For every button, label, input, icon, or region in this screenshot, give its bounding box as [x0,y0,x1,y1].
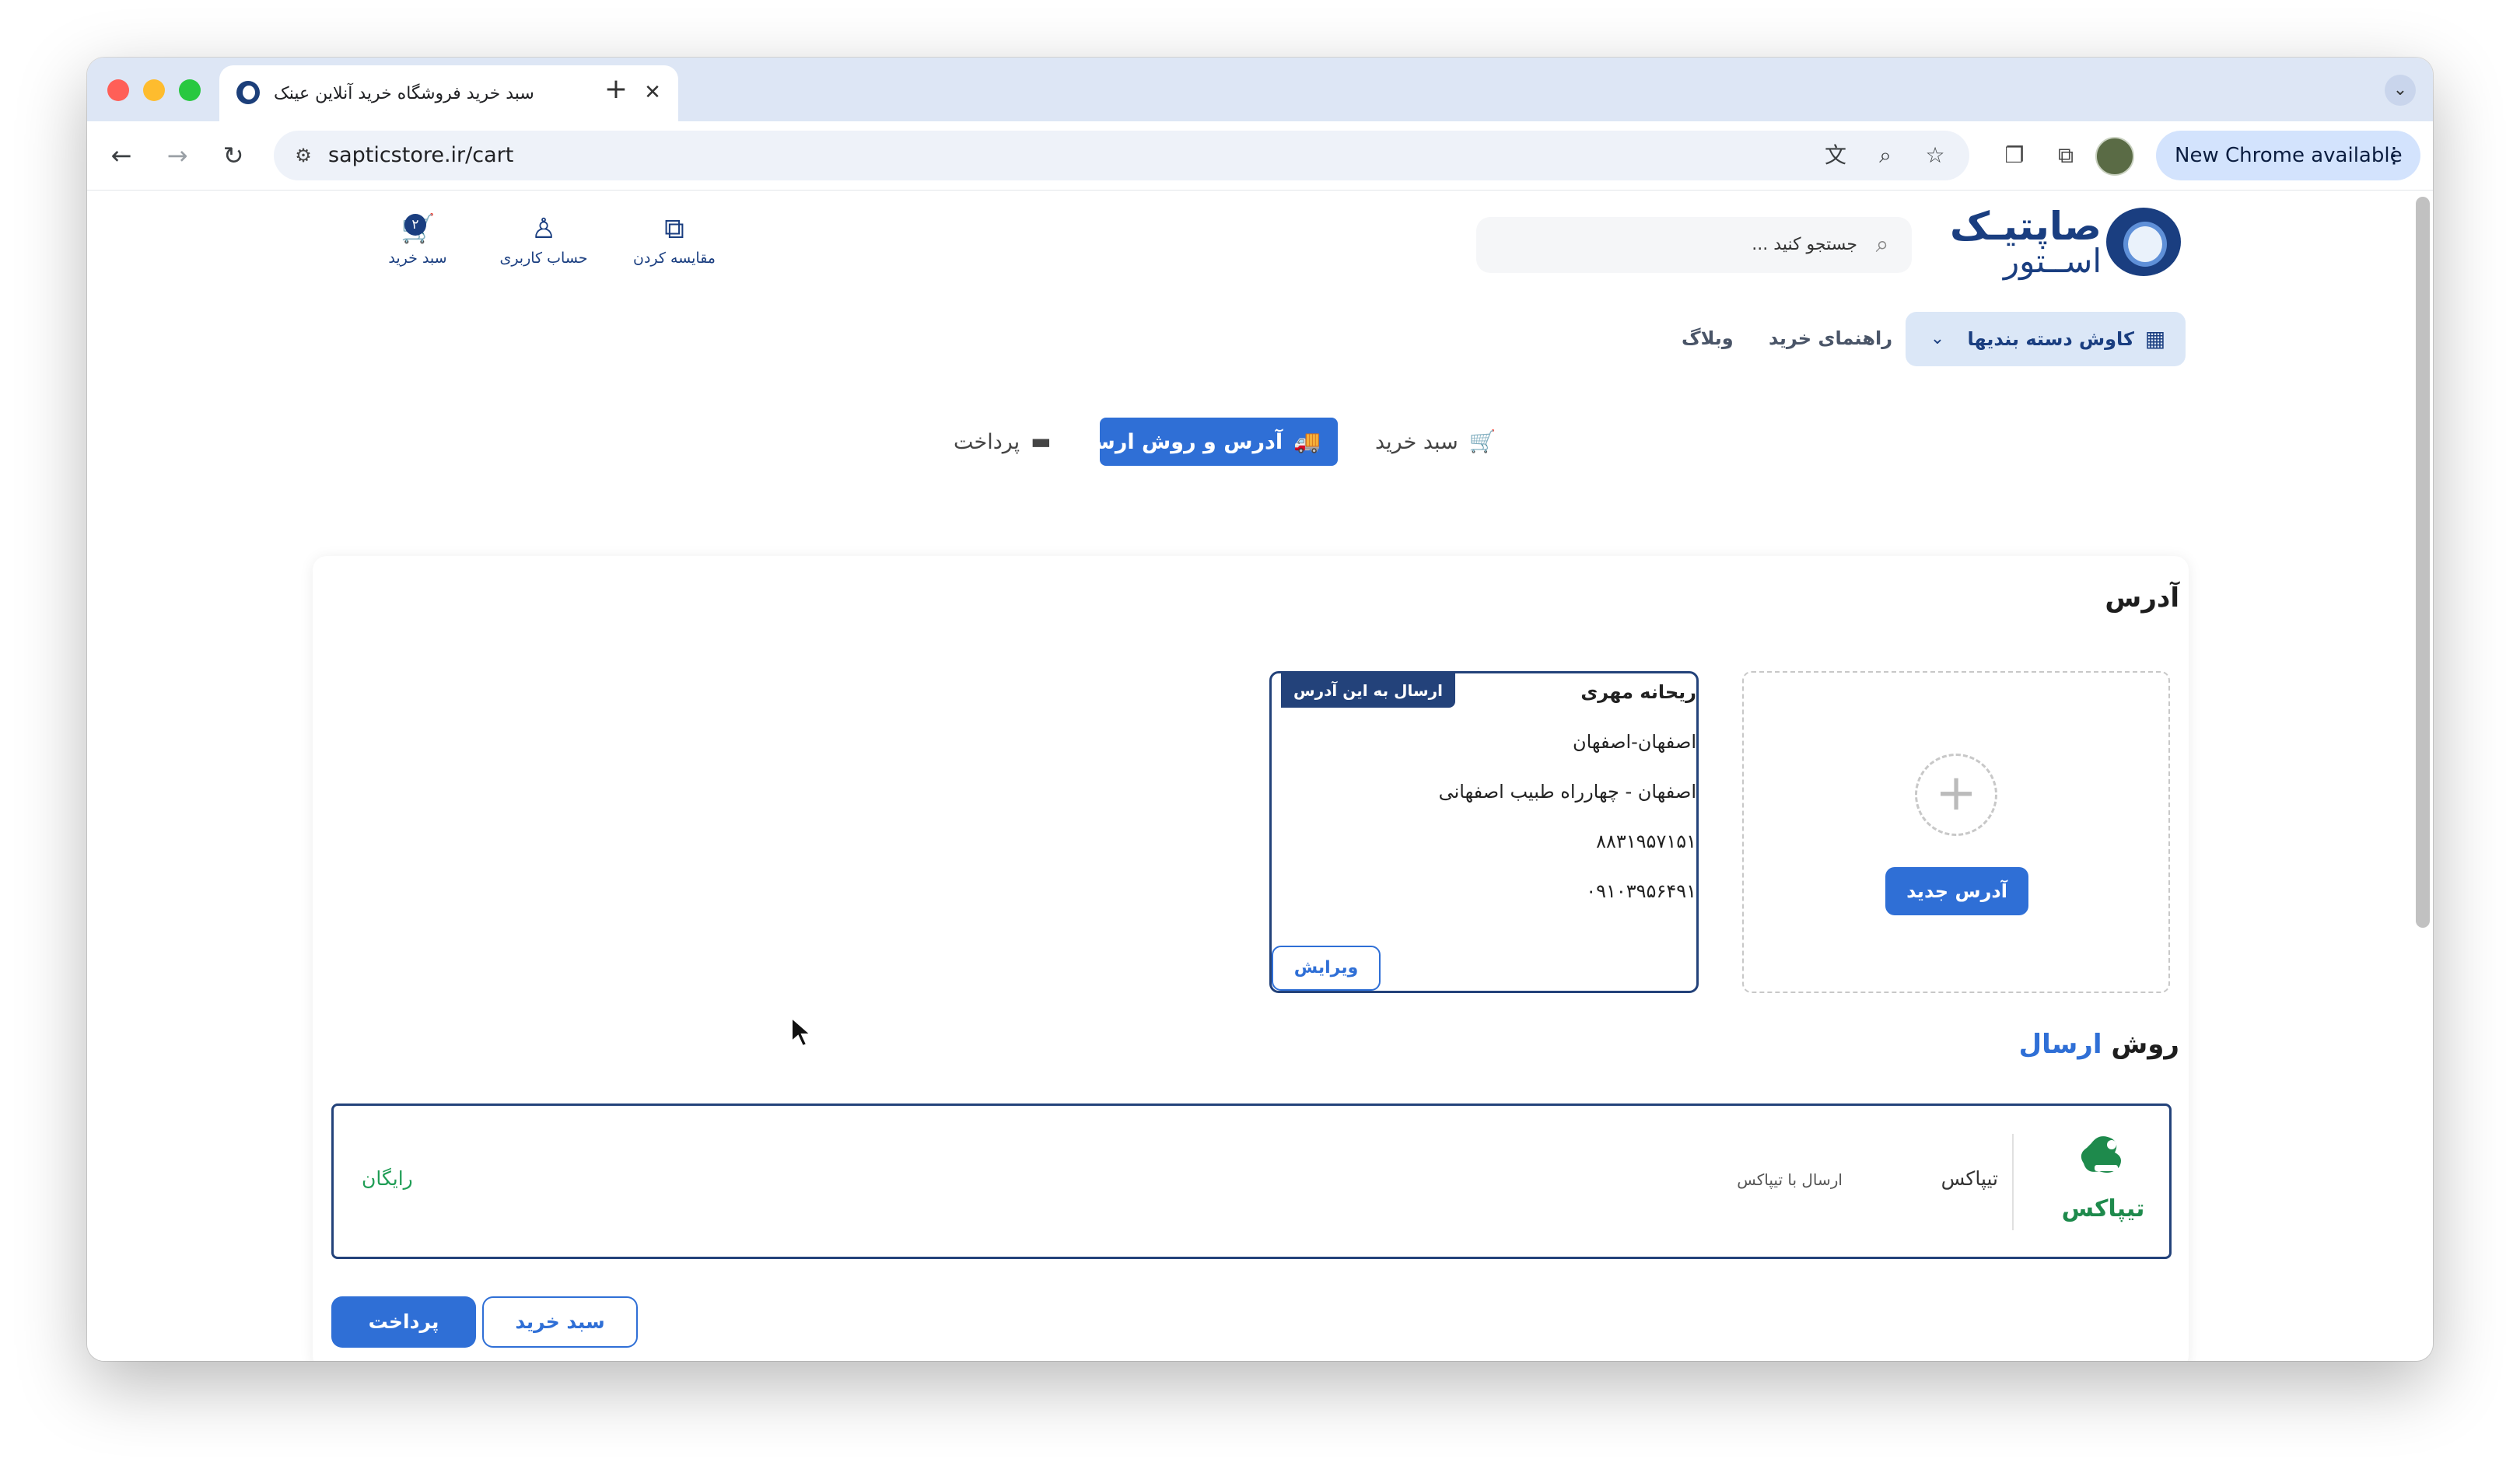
categories-button[interactable]: ▦ کاوش دسته بندیها ⌄ [1906,312,2186,366]
pay-button[interactable]: پرداخت [331,1296,476,1348]
shipping-title-part1: روش [2111,1029,2179,1060]
step-payment[interactable]: ▬ پرداخت [954,418,1052,466]
address-recipient-name: ریحانه مهری [1580,681,1696,703]
tab-title: سبد خرید فروشگاه خرید آنلاین عینک [274,84,534,103]
cart-count-badge: ۲ [404,214,426,236]
shipping-divider [2012,1134,2014,1230]
url-text[interactable]: sapticstore.ir/cart [328,142,513,170]
new-address-card[interactable]: + آدرس جدید [1742,671,2170,993]
credit-card-icon: ▬ [1031,428,1052,454]
search-placeholder: جستجو کنید ... [1752,235,1857,254]
kebab-menu-icon[interactable]: ⋮ [2383,131,2405,180]
address-card[interactable]: ارسال به این آدرس ریحانه مهری اصفهان-اصف… [1269,671,1699,993]
edit-address-button[interactable]: ویرایش [1272,946,1381,991]
shipping-method-option[interactable]: تیپاکس تیپاکس ارسال با تیپاکس رایگان [331,1104,2172,1259]
shipping-method-price: رایگان [362,1167,413,1190]
back-icon[interactable]: ← [103,137,140,174]
shipping-method-description: ارسال با تیپاکس [1737,1170,1843,1189]
nav-blog-link[interactable]: وبلاگ [1682,323,1734,354]
extensions-icon[interactable]: ⧉ [2049,138,2083,173]
browser-toolbar: ← → ↻ ⚙ sapticstore.ir/cart 文 ⌕ ☆ ❐ ⧉ Ne… [87,121,2433,191]
mouse-cursor-icon [791,1016,813,1048]
chevron-down-icon: ⌄ [1930,329,1945,348]
address-street: اصفهان - چهارراه طبیب اصفهانی [1438,781,1696,803]
page-scrollbar[interactable] [2416,197,2430,928]
reload-icon[interactable]: ↻ [215,137,252,174]
shipping-method-name: تیپاکس [1941,1167,1998,1190]
selected-address-badge: ارسال به این آدرس [1281,673,1456,708]
tab-strip: سبد خرید فروشگاه خرید آنلاین عینک ✕ + ⌄ [87,58,2433,121]
categories-label: کاوش دسته بندیها [1967,328,2134,350]
tipax-logo-icon: تیپاکس [2062,1136,2145,1222]
shipping-title-part2: ارسال [2018,1029,2102,1060]
forward-icon[interactable]: → [159,137,196,174]
new-address-button[interactable]: آدرس جدید [1885,867,2028,915]
step-address[interactable]: 🚚 آدرس و روش ارسال [1069,418,1338,466]
shipping-section-title: روش ارسال [1954,1026,2179,1063]
search-icon[interactable]: ⌕ [1868,231,1896,259]
truck-icon: 🚚 [1293,428,1321,454]
address-phone: ۰۹۱۰۳۹۵۶۴۹۱ [1586,880,1696,902]
chrome-update-label: New Chrome available [2175,144,2403,167]
bookmark-star-icon[interactable]: ☆ [1921,142,1949,170]
step-address-label: آدرس و روش ارسال [1068,430,1283,454]
zoom-icon[interactable]: ⌕ [1871,142,1899,170]
site-info-icon[interactable]: ⚙ [288,140,319,171]
translate-icon[interactable]: 文 [1822,142,1850,170]
profile-avatar[interactable] [2095,137,2134,176]
logo-line2[interactable]: اســتور [1954,242,2102,281]
site-favicon-icon [236,81,260,104]
back-to-cart-button[interactable]: سبد خرید [482,1296,638,1348]
grid-icon: ▦ [2144,326,2166,352]
tab-close-icon[interactable]: ✕ [639,79,666,106]
tab-search-icon[interactable]: ⌄ [2385,75,2416,106]
nav-guide-link[interactable]: راهنمای خرید [1769,323,1892,354]
address-bar[interactable]: ⚙ sapticstore.ir/cart 文 ⌕ ☆ [274,131,1969,180]
cart-icon: 🛒 [1468,428,1496,454]
page-viewport: صاپتیـک اســتور ⌕ جستجو کنید ... ⧉ مقایس… [87,191,2433,1361]
user-icon: ♙ [530,213,557,245]
minimize-window-button[interactable] [143,79,165,101]
tab-group-icon[interactable]: ❐ [1997,138,2032,173]
new-tab-button[interactable]: + [600,75,632,106]
step-cart-label: سبد خرید [1375,430,1458,454]
address-section-title: آدرس [2105,582,2179,614]
compare-label: مقایسه کردن [633,250,716,267]
plus-icon[interactable]: + [1915,754,1997,836]
compare-icon: ⧉ [664,213,684,245]
tipax-logo-text: تیپاکس [2062,1195,2145,1222]
account-button[interactable]: ♙ حساب کاربری [485,212,602,282]
step-payment-label: پرداخت [954,430,1020,454]
maximize-window-button[interactable] [179,79,201,101]
cart-label: سبد خرید [388,250,447,267]
address-city: اصفهان-اصفهان [1572,731,1696,753]
close-window-button[interactable] [107,79,129,101]
compare-button[interactable]: ⧉ مقایسه کردن [616,212,733,282]
search-input[interactable]: ⌕ جستجو کنید ... [1476,217,1912,273]
step-cart[interactable]: 🛒 سبد خرید [1375,418,1496,466]
chrome-update-button[interactable]: New Chrome available ⋮ [2156,131,2420,180]
address-postal-code: ۸۸۳۱۹۵۷۱۵۱ [1596,831,1696,852]
browser-window: سبد خرید فروشگاه خرید آنلاین عینک ✕ + ⌄ … [87,58,2433,1361]
account-label: حساب کاربری [499,250,588,267]
cart-button[interactable]: 🛒 ۲ سبد خرید [359,212,476,282]
store-logo-icon[interactable] [2106,208,2181,276]
